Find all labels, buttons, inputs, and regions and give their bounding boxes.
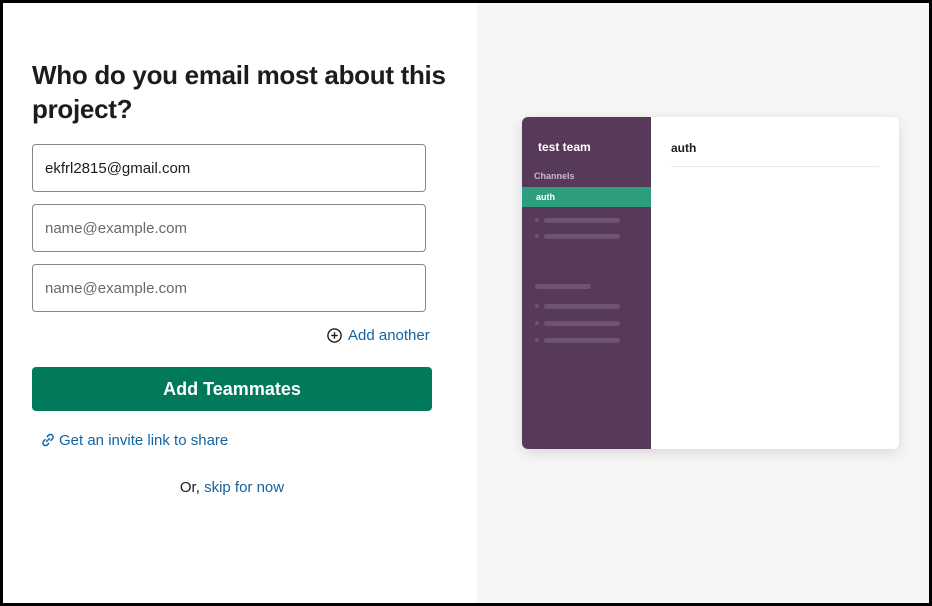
add-another-button[interactable]: Add another	[327, 327, 430, 344]
placeholder-section-bar	[535, 284, 591, 289]
add-another-label: Add another	[348, 327, 430, 344]
preview-channel-title: auth	[671, 141, 697, 155]
skip-for-now-link[interactable]: skip for now	[204, 479, 284, 496]
placeholder-dot	[535, 304, 539, 308]
preview-divider	[671, 166, 879, 167]
workspace-preview: test team Channels auth auth	[522, 117, 899, 449]
onboarding-window: Who do you email most about this project…	[3, 3, 929, 603]
placeholder-bar	[544, 218, 620, 223]
placeholder-dot	[535, 218, 539, 222]
placeholder-dot	[535, 234, 539, 238]
email-field-2[interactable]	[32, 204, 426, 252]
invite-link[interactable]: Get an invite link to share	[39, 431, 228, 449]
invite-link-label: Get an invite link to share	[59, 431, 229, 449]
placeholder-bar	[544, 234, 620, 239]
preview-main: auth	[651, 117, 899, 449]
invite-form-pane: Who do you email most about this project…	[3, 3, 477, 603]
placeholder-bar	[544, 338, 620, 343]
placeholder-dot	[535, 338, 539, 342]
preview-active-channel: auth	[522, 187, 651, 207]
placeholder-bar	[544, 321, 620, 326]
placeholder-bar	[544, 304, 620, 309]
page-title: Who do you email most about this project…	[32, 60, 446, 124]
preview-channels-label: Channels	[534, 171, 575, 181]
preview-sidebar: test team Channels auth	[522, 117, 651, 449]
preview-team-name: test team	[538, 140, 591, 154]
skip-line: Or, skip for now	[32, 479, 432, 496]
placeholder-dot	[535, 321, 539, 325]
add-teammates-button[interactable]: Add Teammates	[32, 367, 432, 411]
email-field-1[interactable]	[32, 144, 426, 192]
link-icon	[39, 431, 57, 449]
skip-prefix: Or,	[179, 479, 205, 496]
plus-circle-icon	[327, 328, 342, 343]
email-field-3[interactable]	[32, 264, 426, 312]
